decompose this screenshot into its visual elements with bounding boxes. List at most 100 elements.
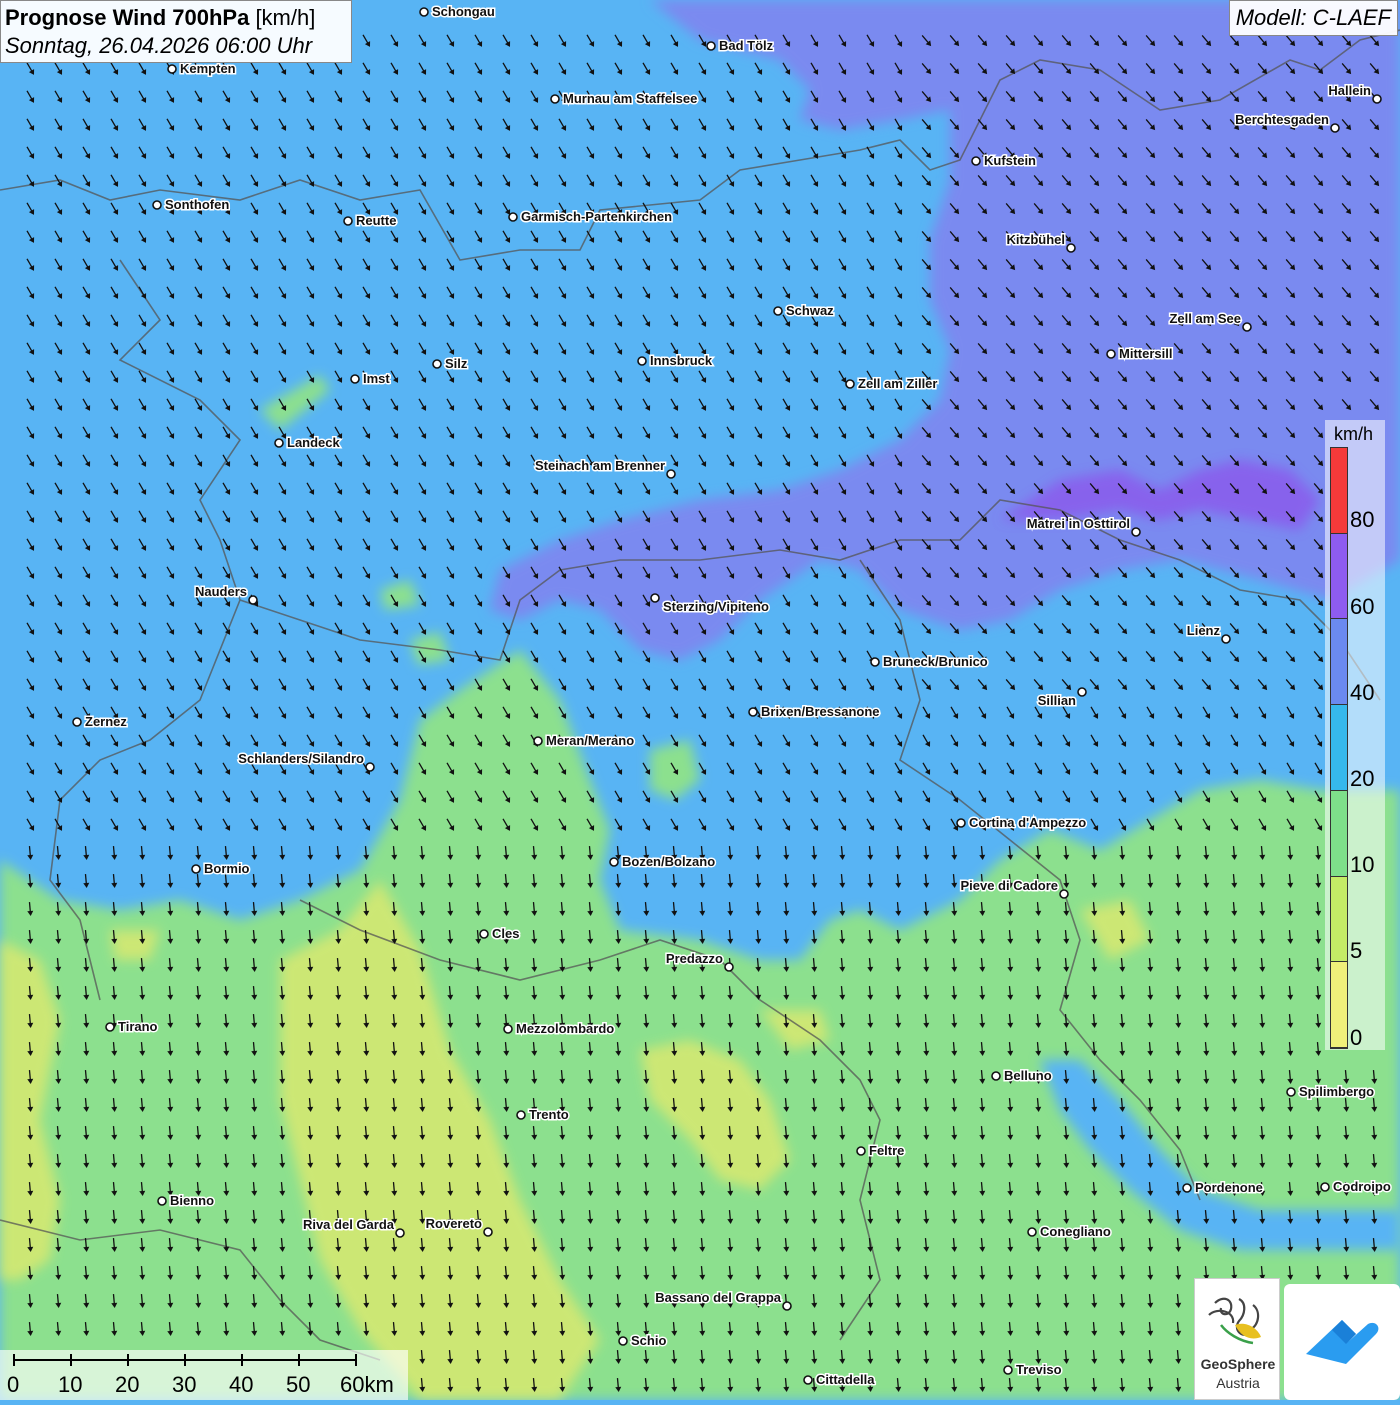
city-dot [1106, 349, 1116, 359]
city-marker: Zell am Ziller [845, 375, 939, 393]
city-label: Bormio [204, 861, 250, 876]
city-marker: Bozen/Bolzano [609, 853, 717, 871]
city-dot [248, 595, 258, 605]
city-label: Pieve di Cadore [960, 878, 1058, 893]
city-label: Garmisch-Partenkirchen [521, 209, 672, 224]
city-label: Codroipo [1333, 1179, 1391, 1194]
geosphere-logo[interactable]: GeoSphere Austria [1194, 1278, 1280, 1400]
city-marker: Mezzolombardo [503, 1020, 616, 1038]
city-label: Zell am Ziller [858, 376, 937, 391]
geosphere-logo-subtext: Austria [1216, 1375, 1260, 1391]
city-label: Treviso [1016, 1362, 1062, 1377]
city-label: Matrei in Osttirol [1027, 516, 1130, 531]
city-label: Meran/Merano [546, 733, 634, 748]
scale-label-50: 50 [286, 1372, 311, 1397]
city-label: Rovereto [426, 1216, 482, 1231]
city-dot [1320, 1182, 1330, 1192]
city-label: Hallein [1328, 83, 1371, 98]
city-dot [724, 962, 734, 972]
city-label: Lienz [1187, 623, 1221, 638]
legend-segment [1331, 448, 1347, 534]
city-marker: Schongau [419, 3, 496, 21]
city-dot [650, 593, 660, 603]
city-dot [1221, 634, 1231, 644]
city-dot [343, 216, 353, 226]
city-dot [845, 379, 855, 389]
city-dot [508, 212, 518, 222]
city-dot [533, 736, 543, 746]
city-dot [432, 359, 442, 369]
legend-segment [1331, 876, 1347, 963]
city-dot [152, 200, 162, 210]
city-dot [350, 374, 360, 384]
city-label: Trento [529, 1107, 569, 1122]
city-dot [782, 1301, 792, 1311]
legend-segment [1331, 705, 1347, 791]
scale-label-10: 10 [58, 1372, 83, 1397]
title-unit: [km/h] [255, 5, 316, 30]
city-marker: Innsbruck [637, 352, 714, 370]
city-dot [419, 7, 429, 17]
city-dot [1066, 243, 1076, 253]
city-dot [803, 1375, 813, 1385]
city-dot [395, 1228, 405, 1238]
city-dot [365, 762, 375, 772]
city-marker: Sonthofen [152, 196, 231, 214]
city-dot [1131, 527, 1141, 537]
city-label: Brixen/Bressanone [761, 704, 880, 719]
scale-label-60km: 60km [340, 1372, 394, 1397]
legend-bar [1330, 447, 1348, 1049]
city-marker: Pordenone [1182, 1179, 1264, 1197]
geosphere-emblem-icon [1208, 1297, 1261, 1345]
city-label: Reutte [356, 213, 396, 228]
city-label: Zell am See [1169, 311, 1241, 326]
city-label: Schongau [432, 4, 495, 19]
city-dot [956, 818, 966, 828]
title-box: Prognose Wind 700hPa [km/h] Sonntag, 26.… [0, 0, 352, 63]
legend-label-5: 5 [1350, 938, 1363, 963]
legend-label-10: 10 [1350, 852, 1375, 877]
city-label: Spilimbergo [1299, 1084, 1374, 1099]
city-label: Predazzo [666, 951, 723, 966]
city-label: Bozen/Bolzano [622, 854, 715, 869]
scale-label-40: 40 [229, 1372, 254, 1397]
app-logo[interactable] [1284, 1284, 1400, 1400]
city-label: Sillian [1038, 693, 1076, 708]
city-marker: Meran/Merano [533, 732, 636, 750]
city-dot [609, 857, 619, 867]
city-label: Bassano del Grappa [655, 1290, 781, 1305]
city-label: Kufstein [984, 153, 1036, 168]
legend-label-80: 80 [1350, 507, 1375, 532]
city-label: Nauders [195, 584, 247, 599]
city-marker: Cortina d'Ampezzo [956, 814, 1088, 832]
city-marker: Murnau am Staffelsee [550, 90, 699, 108]
city-label: Sterzing/Vipiteno [663, 599, 769, 614]
city-label: Landeck [287, 435, 341, 450]
city-label: Imst [363, 371, 390, 386]
geosphere-logo-text: GeoSphere [1200, 1356, 1276, 1372]
city-label: Steinach am Brenner [535, 458, 665, 473]
map-title: Prognose Wind 700hPa [km/h] [5, 4, 347, 32]
city-label: Conegliano [1040, 1224, 1111, 1239]
city-label: Riva del Garda [303, 1217, 395, 1232]
city-label: Bad Tölz [719, 38, 774, 53]
city-label: Schio [631, 1333, 666, 1348]
city-label: Bruneck/Brunico [883, 654, 988, 669]
city-dot [72, 717, 82, 727]
city-label: Cortina d'Ampezzo [969, 815, 1086, 830]
legend-segment [1331, 962, 1347, 1048]
legend-label-40: 40 [1350, 680, 1375, 705]
city-marker: Spilimbergo [1286, 1083, 1376, 1101]
city-dot [167, 64, 177, 74]
app-logo-icon [1306, 1320, 1379, 1364]
city-dot [706, 41, 716, 51]
city-dot [1372, 94, 1382, 104]
city-label: Cittadella [816, 1372, 875, 1387]
city-marker: Conegliano [1027, 1223, 1112, 1241]
legend-unit: km/h [1334, 424, 1374, 444]
city-dot [637, 356, 647, 366]
title-main: Prognose Wind 700hPa [5, 5, 250, 30]
city-dot [157, 1196, 167, 1206]
wind-map: Schongau Bad Tölz Kempten Murnau am Staffel… [0, 0, 1400, 1400]
city-dot [1330, 123, 1340, 133]
